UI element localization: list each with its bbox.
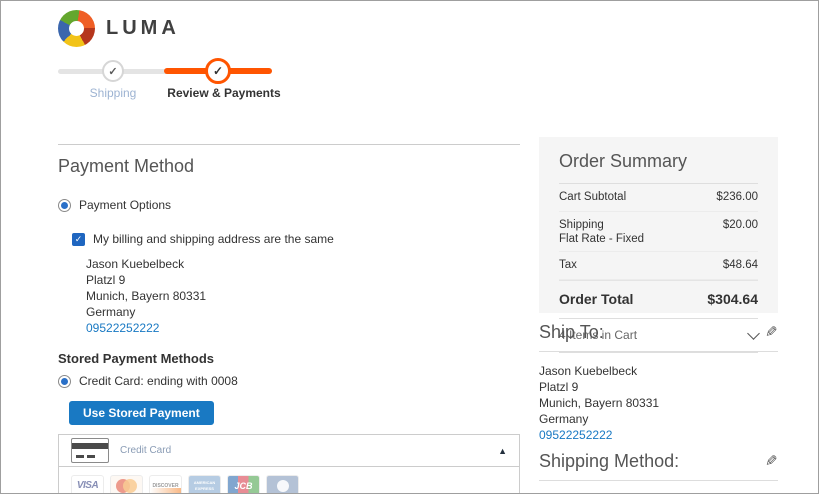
tax-label: Tax (559, 259, 577, 271)
summary-row-tax: Tax $48.64 (559, 252, 758, 280)
stored-card-label: Credit Card: ending with 0008 (79, 374, 238, 388)
check-icon: ✓ (108, 65, 117, 78)
credit-card-method-label: Credit Card (120, 445, 171, 456)
jcb-icon: JCB (227, 475, 260, 494)
billing-city: Munich, Bayern 80331 (86, 288, 520, 304)
edit-shipping-address-button[interactable]: ✎ (765, 325, 778, 340)
discover-text: DISCOVER (152, 483, 178, 489)
payment-method-section: Payment Method Payment Options ✓ My bill… (58, 144, 520, 494)
shipping-method-title: Shipping Method: (539, 451, 679, 472)
payment-options-radio[interactable] (58, 199, 71, 212)
order-summary-title: Order Summary (559, 151, 758, 172)
luma-pinwheel-icon (58, 10, 95, 47)
checkout-progress-bar: ✓ ✓ Shipping Review & Payments (58, 58, 272, 102)
ship-to-address: Jason Kuebelbeck Platzl 9 Munich, Bayern… (539, 363, 778, 443)
tax-value: $48.64 (723, 259, 758, 273)
order-total-label: Order Total (559, 291, 633, 307)
jcb-text: JCB (234, 481, 252, 491)
amex-text: AMERICAN EXPRESS (189, 480, 220, 490)
luma-logo-text: LUMA (106, 17, 180, 40)
subtotal-value: $236.00 (716, 191, 758, 205)
ship-to-title: Ship To: (539, 322, 604, 343)
american-express-icon: AMERICAN EXPRESS (188, 475, 221, 494)
stored-card-radio[interactable] (58, 375, 71, 388)
visa-icon: VISA (71, 475, 104, 494)
payment-options-label: Payment Options (79, 198, 171, 212)
shipping-method-section: Shipping Method: ✎ (539, 451, 778, 481)
check-icon: ✓ (213, 64, 223, 78)
shipping-value: $20.00 (723, 219, 758, 245)
shipping-note: Flat Rate - Fixed (559, 233, 644, 245)
step-review-circle: ✓ (205, 58, 231, 84)
credit-card-form: VISA DISCOVER AMERICAN EXPRESS JCB Credi… (59, 467, 519, 494)
accepted-card-types: VISA DISCOVER AMERICAN EXPRESS JCB (71, 475, 507, 494)
ship-name: Jason Kuebelbeck (539, 363, 778, 379)
billing-same-row[interactable]: ✓ My billing and shipping address are th… (72, 232, 520, 246)
billing-same-label: My billing and shipping address are the … (93, 232, 334, 246)
billing-address: Jason Kuebelbeck Platzl 9 Munich, Bayern… (86, 256, 520, 336)
stored-card-row[interactable]: Credit Card: ending with 0008 (58, 374, 520, 388)
summary-row-subtotal: Cart Subtotal $236.00 (559, 184, 758, 212)
use-stored-payment-button[interactable]: Use Stored Payment (69, 401, 214, 425)
shipping-label: Shipping (559, 219, 644, 231)
ship-street: Platzl 9 (539, 379, 778, 395)
payment-method-title: Payment Method (58, 156, 520, 177)
step-review-payments-label: Review & Payments (159, 86, 289, 100)
step-shipping-circle[interactable]: ✓ (102, 60, 124, 82)
edit-shipping-method-button[interactable]: ✎ (765, 454, 778, 469)
pencil-icon: ✎ (765, 453, 778, 470)
billing-street: Platzl 9 (86, 272, 520, 288)
ship-country: Germany (539, 411, 778, 427)
credit-card-icon (71, 438, 109, 463)
ship-city: Munich, Bayern 80331 (539, 395, 778, 411)
pencil-icon: ✎ (765, 324, 778, 341)
order-total-row: Order Total $304.64 (559, 280, 758, 319)
payment-options-row[interactable]: Payment Options (58, 198, 520, 212)
step-shipping-label[interactable]: Shipping (58, 86, 168, 100)
discover-icon: DISCOVER (149, 475, 182, 494)
divider (539, 351, 778, 352)
billing-same-checkbox[interactable]: ✓ (72, 233, 85, 246)
billing-name: Jason Kuebelbeck (86, 256, 520, 272)
ship-phone-link[interactable]: 09522252222 (539, 428, 612, 442)
billing-country: Germany (86, 304, 520, 320)
summary-row-shipping: Shipping Flat Rate - Fixed $20.00 (559, 212, 758, 252)
checkout-page: LUMA ✓ ✓ Shipping Review & Payments Paym… (0, 0, 819, 494)
mastercard-icon (110, 475, 143, 494)
order-total-value: $304.64 (707, 291, 758, 307)
divider (539, 480, 778, 481)
diners-club-icon (266, 475, 299, 494)
ship-to-section: Ship To: ✎ Jason Kuebelbeck Platzl 9 Mun… (539, 322, 778, 443)
collapse-arrow-icon[interactable]: ▲ (498, 446, 507, 456)
order-summary-panel: Order Summary Cart Subtotal $236.00 Ship… (539, 137, 778, 313)
credit-card-panel: Credit Card ▲ VISA DISCOVER AMERICAN EXP… (58, 434, 520, 494)
visa-text: VISA (77, 480, 98, 491)
credit-card-panel-header[interactable]: Credit Card ▲ (59, 435, 519, 467)
stored-payment-methods-heading: Stored Payment Methods (58, 351, 520, 366)
luma-logo[interactable]: LUMA (58, 10, 180, 47)
subtotal-label: Cart Subtotal (559, 191, 626, 203)
billing-phone-link[interactable]: 09522252222 (86, 321, 159, 335)
